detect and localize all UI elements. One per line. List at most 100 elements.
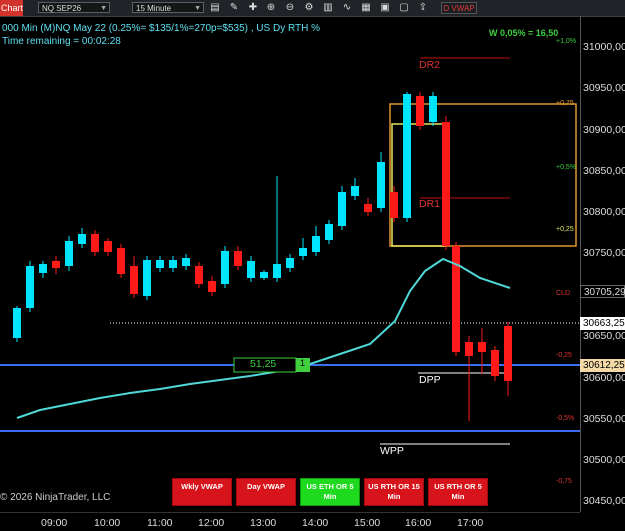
candle-body[interactable] [273,264,281,278]
data-box-icon[interactable]: ▢ [398,2,410,14]
cloud-price-tag: 30705,29 [580,285,625,298]
candle-body[interactable] [182,258,190,266]
draw-tool-icon[interactable]: ✎ [228,2,240,14]
properties-icon[interactable]: ⚙ [303,2,315,14]
share-icon[interactable]: ⇪ [417,2,429,14]
candle-body[interactable] [260,272,268,278]
time-tick: 17:00 [457,517,484,529]
timeframe-value: 15 Minute [136,4,172,13]
candle-body[interactable] [169,260,177,268]
wkly-vwap-button[interactable]: Wkly VWAP [172,478,232,506]
candle-body[interactable] [390,192,398,218]
candle-body[interactable] [299,248,307,256]
bar-type-icon[interactable]: ▤ [209,2,221,14]
cld-label: CLD [556,290,571,297]
candle-body[interactable] [312,236,320,252]
templates-icon[interactable]: ▥ [322,2,334,14]
position-qty: 1 [300,358,306,368]
price-chart[interactable] [0,16,580,512]
candle-body[interactable] [377,162,385,208]
candle-body[interactable] [452,246,460,352]
candle-body[interactable] [351,186,359,196]
candle-body[interactable] [195,266,203,284]
price-tick: 30600,00 [583,372,625,384]
time-tick: 12:00 [198,517,225,529]
price-tick: 30950,00 [583,82,625,94]
time-tick: 14:00 [302,517,329,529]
pct-label: -0,5% [556,415,575,422]
chevron-down-icon: ▼ [194,5,201,12]
candle-body[interactable] [143,260,151,296]
candle-body[interactable] [429,96,437,122]
dr2-label: DR2 [419,59,441,71]
us-rth-or-5-button[interactable]: US RTH OR 5 Min [428,478,488,506]
candle-body[interactable] [364,204,372,212]
candle-body[interactable] [117,248,125,274]
time-tick: 16:00 [405,517,432,529]
time-tick: 11:00 [147,517,173,529]
pct-label: -0,75 [556,478,572,485]
candle-body[interactable] [208,281,216,292]
dpp-label: DPP [419,374,441,386]
candle-body[interactable] [442,122,450,246]
price-tick: 30500,00 [583,454,625,466]
candle-body[interactable] [234,251,242,266]
chart-tab[interactable]: Chart [0,0,23,16]
price-tick: 30800,00 [583,206,625,218]
copyright: © 2026 NinjaTrader, LLC [0,492,111,503]
us-eth-or-5-button[interactable]: US ETH OR 5 Min [300,478,360,506]
strategies-icon[interactable]: ▦ [360,2,372,14]
candle-body[interactable] [13,308,21,338]
last-price-tag: 30663,25 [580,317,625,330]
instrument-select[interactable]: NQ SEP26 ▼ [38,2,110,13]
candle-body[interactable] [221,251,229,284]
crosshair-icon[interactable]: ✚ [247,2,259,14]
dr1-label: DR1 [419,198,441,210]
candle-body[interactable] [286,258,294,268]
pct-label: +1,0% [556,38,577,45]
price-axis[interactable]: 31000,00 30950,00 30900,00 30850,00 3080… [580,16,625,512]
candle-body[interactable] [491,350,499,376]
time-tick: 15:00 [354,517,381,529]
candle-body[interactable] [247,261,255,278]
price-tick: 30450,00 [583,495,625,507]
price-tick: 30850,00 [583,165,625,177]
time-tick: 10:00 [94,517,121,529]
position-price: 51,25 [250,358,277,370]
candle-body[interactable] [130,266,138,294]
candle-body[interactable] [78,234,86,244]
chevron-down-icon: ▼ [100,5,107,12]
candle-body[interactable] [52,261,60,268]
candle-body[interactable] [325,224,333,240]
candle-body[interactable] [39,264,47,273]
time-axis[interactable]: 09:00 10:00 11:00 12:00 13:00 14:00 15:0… [0,512,580,531]
wpp-label: WPP [380,445,404,457]
candle-body[interactable] [403,94,411,218]
day-vwap-button[interactable]: Day VWAP [236,478,296,506]
candle-body[interactable] [504,326,512,381]
vwap-button[interactable]: D VWAP [441,2,477,14]
candle-body[interactable] [26,266,34,308]
candle-body[interactable] [91,234,99,252]
chart-trader-icon[interactable]: ▣ [379,2,391,14]
vwap-line [16,257,511,419]
dpp-price-tag: 30612,25 [580,359,625,372]
zoom-in-icon[interactable]: ⊕ [265,2,277,14]
candle-body[interactable] [156,260,164,268]
indicators-icon[interactable]: ∿ [341,2,353,14]
candle-body[interactable] [416,96,424,126]
candle-body[interactable] [478,342,486,352]
timeframe-select[interactable]: 15 Minute ▼ [132,2,204,13]
time-tick: 09:00 [41,517,68,529]
price-tick: 30650,00 [583,330,625,342]
candle-body[interactable] [104,241,112,252]
or-box-yellow [391,123,447,247]
price-tick: 31000,00 [583,41,625,53]
candle-body[interactable] [65,241,73,266]
zoom-out-icon[interactable]: ⊖ [284,2,296,14]
candle-body[interactable] [338,192,346,226]
time-tick: 13:00 [250,517,277,529]
price-tick: 30900,00 [583,124,625,136]
us-rth-or-15-button[interactable]: US RTH OR 15 Min [364,478,424,506]
candle-body[interactable] [465,342,473,356]
